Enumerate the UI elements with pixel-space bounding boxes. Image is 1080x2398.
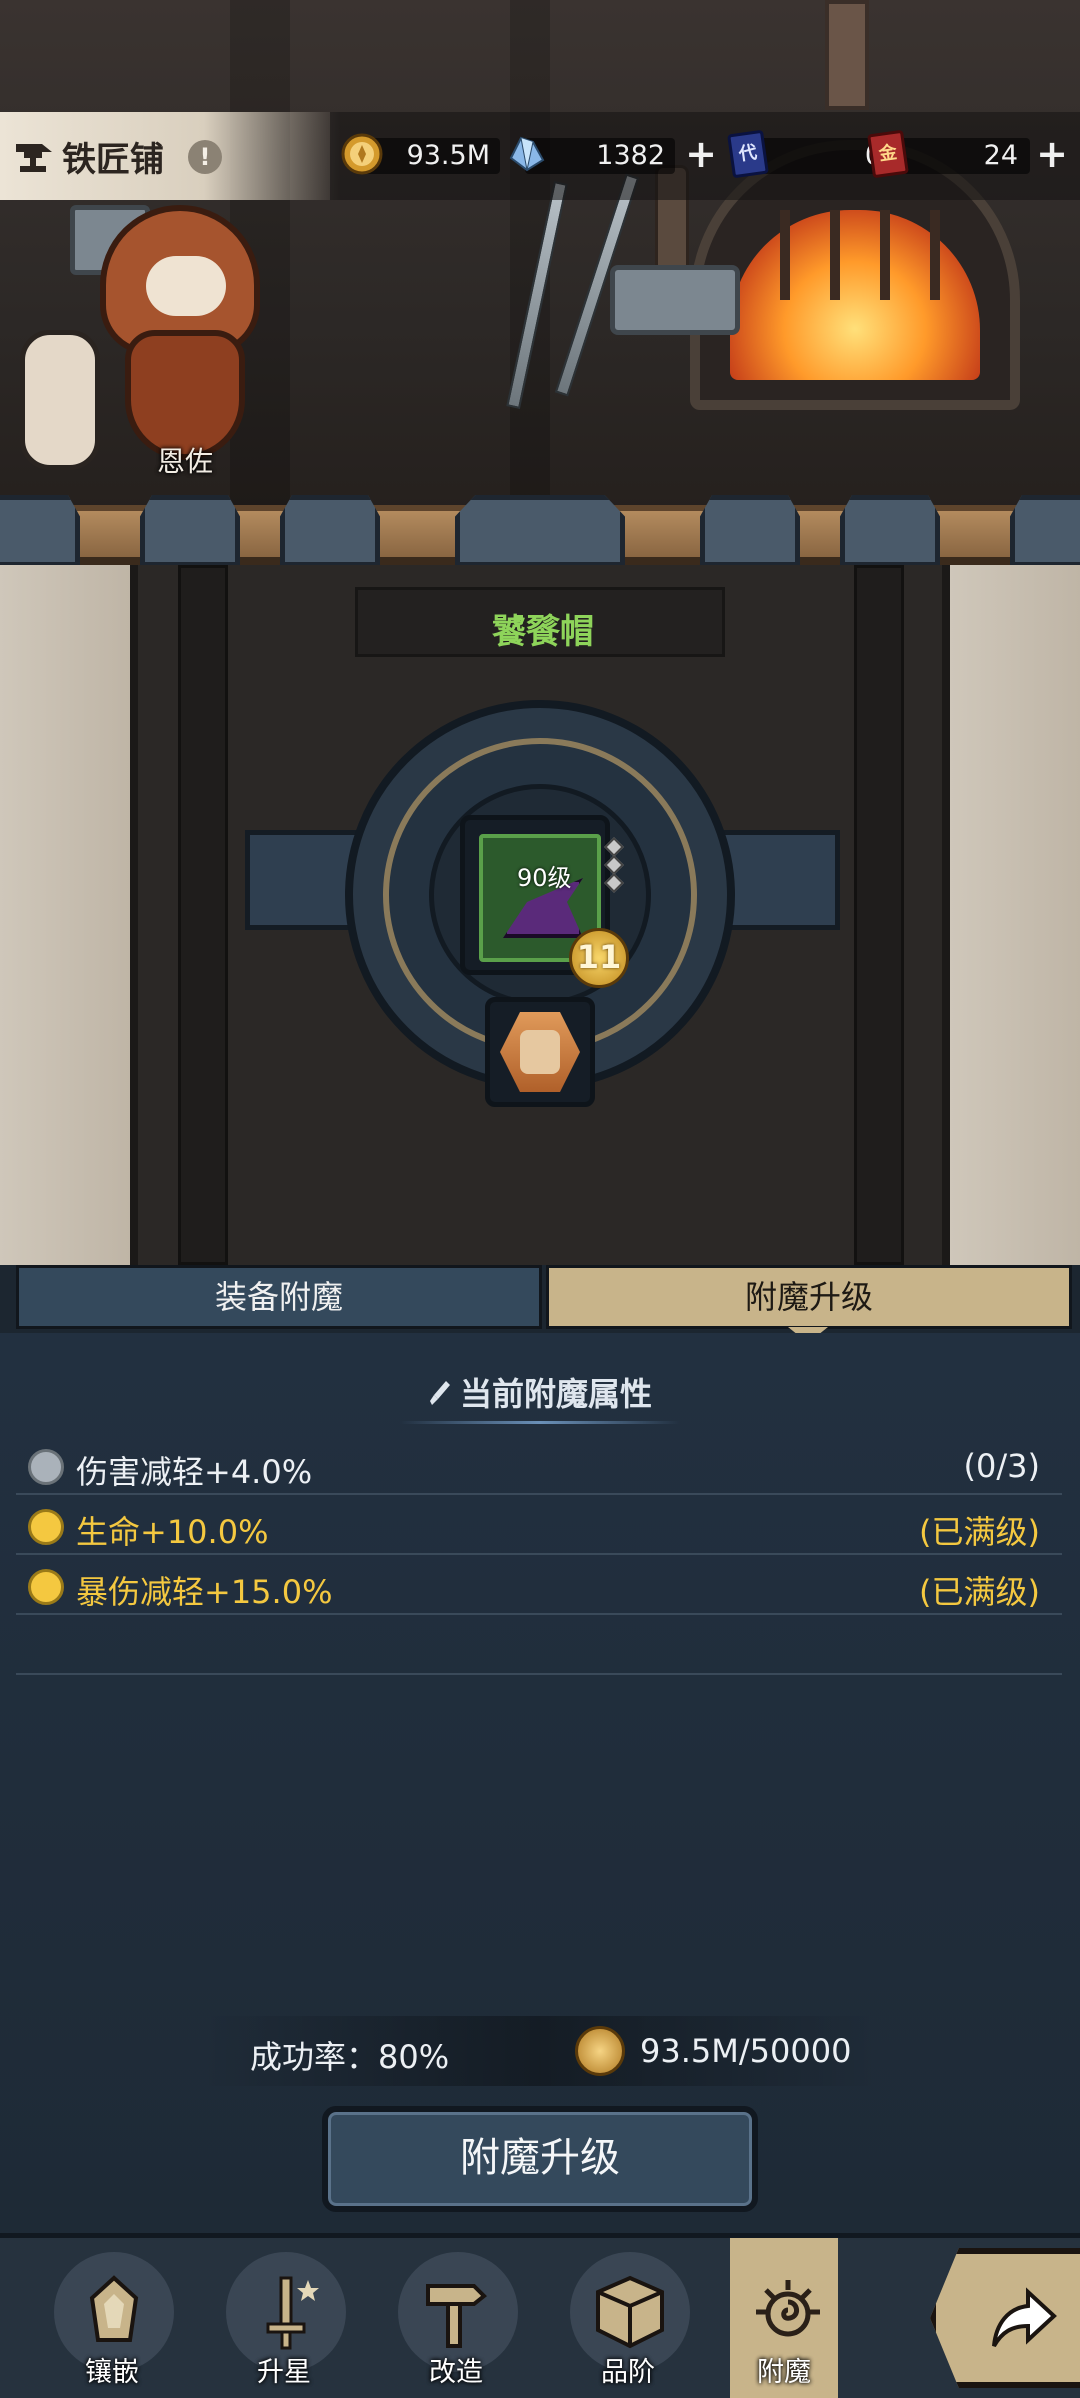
add-red-card-button[interactable]: + — [1032, 134, 1072, 174]
forge-grate-bar — [830, 210, 840, 300]
cost-row: 成功率：80% 93.5M/50000 — [200, 2016, 880, 2086]
success-rate: 成功率：80% — [250, 2038, 450, 2076]
blacksmith-scene: 恩佐 — [0, 0, 1080, 540]
attribute-status: (已满级) — [919, 1513, 1040, 1551]
tab-enchant-upgrade[interactable]: 附魔升级 — [546, 1265, 1072, 1329]
gold-cost: 93.5M/50000 — [640, 2032, 852, 2070]
item-name-plate: 饕餮帽 — [355, 587, 725, 657]
shelf-bracket — [280, 495, 380, 567]
enchant-panel: 当前附魔属性 伤害减轻+4.0% (0/3) 生命+10.0% (已满级) 暴伤… — [0, 1333, 1080, 2233]
nav-item-star-up[interactable]: 升星 — [214, 2252, 354, 2392]
gold-coin-icon — [341, 133, 383, 175]
star-level-badge: 11 — [569, 928, 629, 988]
attribute-status: (已满级) — [919, 1573, 1040, 1611]
equipment-slot[interactable]: 90级 11 — [460, 815, 629, 988]
resource-bar: 93.5M 1382 + 代 0 金 24 + — [330, 112, 1080, 200]
attribute-row-empty — [16, 1615, 1062, 1675]
forge-grate-bar — [780, 210, 790, 300]
nav-label: 品阶 — [601, 2357, 655, 2388]
resource-gold: 93.5M — [340, 132, 500, 180]
equipment-frame: 90级 11 — [479, 834, 629, 988]
anvil-hammer — [610, 265, 740, 335]
side-wall-left — [0, 565, 130, 1265]
forge-pillar — [825, 0, 869, 110]
resource-crystal: 1382 + — [505, 132, 725, 180]
npc-arm — [20, 330, 100, 470]
bottom-nav: 镶嵌 升星 改造 品阶 附魔 — [0, 2233, 1080, 2398]
attributes-title-text: 当前附魔属性 — [459, 1375, 652, 1413]
attribute-status: (0/3) — [963, 1447, 1040, 1485]
attribute-name: 生命+10.0% — [76, 1513, 269, 1551]
brush-icon — [429, 1381, 450, 1405]
gem-core — [520, 1030, 560, 1074]
add-crystal-button[interactable]: + — [681, 134, 721, 174]
blue-card-icon: 代 — [727, 129, 769, 179]
forge-fire — [730, 210, 980, 380]
attribute-row: 生命+10.0% (已满级) — [16, 1495, 1062, 1555]
nav-label: 镶嵌 — [85, 2357, 139, 2388]
anvil-icon — [16, 144, 52, 172]
box-icon — [596, 2275, 664, 2349]
enchant-gem-slot[interactable] — [485, 997, 595, 1107]
attribute-name: 伤害减轻+4.0% — [76, 1453, 313, 1491]
red-card-icon: 金 — [867, 129, 909, 179]
enchant-gem-icon — [500, 1012, 580, 1092]
forge-grate-bar — [880, 210, 890, 300]
red-card-amount: 24 — [983, 140, 1018, 171]
attribute-row: 暴伤减轻+15.0% (已满级) — [16, 1555, 1062, 1615]
hammer-icon — [426, 2284, 487, 2348]
attribute-name: 暴伤减轻+15.0% — [76, 1573, 333, 1611]
enchant-machine-area: 饕餮帽 90级 11 — [0, 565, 1080, 1265]
shelf-bracket — [700, 495, 800, 567]
title-plate: 铁匠铺 ! — [0, 112, 340, 200]
crystal-amount: 1382 — [596, 140, 665, 171]
shelf-bracket — [1010, 495, 1080, 567]
nav-item-grade[interactable]: 品阶 — [558, 2252, 698, 2392]
forge-grate-bar — [930, 210, 940, 300]
enchant-tabs: 装备附魔 附魔升级 — [8, 1265, 1072, 1343]
shelf-bracket — [0, 495, 80, 567]
page-title: 铁匠铺 — [62, 140, 164, 180]
attribute-quality-icon — [28, 1449, 64, 1485]
attribute-quality-icon — [28, 1569, 64, 1605]
info-icon[interactable]: ! — [188, 140, 222, 174]
attributes-title: 当前附魔属性 — [0, 1369, 1080, 1415]
nav-label: 附魔 — [757, 2357, 811, 2388]
resource-red-card: 金 24 + — [867, 129, 1080, 180]
side-wall-right — [950, 565, 1080, 1265]
shelf-bracket — [840, 495, 940, 567]
top-header: 铁匠铺 ! 93.5M 1382 + 代 0 — [0, 112, 1080, 200]
nav-item-enchant[interactable]: 附魔 — [714, 2252, 854, 2392]
attribute-quality-icon — [28, 1509, 64, 1545]
forward-arrow-icon — [992, 2287, 1057, 2348]
nav-label: 改造 — [429, 2357, 483, 2388]
item-name: 饕餮帽 — [492, 612, 594, 652]
gem-inlay-icon — [89, 2275, 139, 2342]
npc-face — [146, 256, 226, 316]
nav-label: 升星 — [257, 2357, 311, 2388]
gold-amount: 93.5M — [406, 140, 490, 171]
tab-equip-enchant[interactable]: 装备附魔 — [16, 1265, 542, 1329]
shelf-bracket — [140, 495, 240, 567]
crystal-icon — [509, 136, 545, 172]
shelf-bracket — [455, 495, 625, 567]
nav-item-inlay[interactable]: 镶嵌 — [42, 2252, 182, 2392]
attribute-row: 伤害减轻+4.0% (0/3) — [16, 1435, 1062, 1495]
machine-pole — [854, 565, 904, 1265]
machine-pole — [178, 565, 228, 1265]
sword-star-icon — [266, 2276, 319, 2350]
enchant-swirl-icon — [756, 2280, 820, 2337]
forward-button[interactable] — [930, 2248, 1080, 2388]
npc-name: 恩佐 — [156, 445, 213, 478]
enchant-upgrade-button[interactable]: 附魔升级 — [322, 2106, 758, 2212]
nav-item-reforge[interactable]: 改造 — [386, 2252, 526, 2392]
title-underline — [400, 1421, 680, 1424]
item-level: 90级 — [517, 864, 572, 892]
gold-coin-icon — [575, 2026, 625, 2076]
